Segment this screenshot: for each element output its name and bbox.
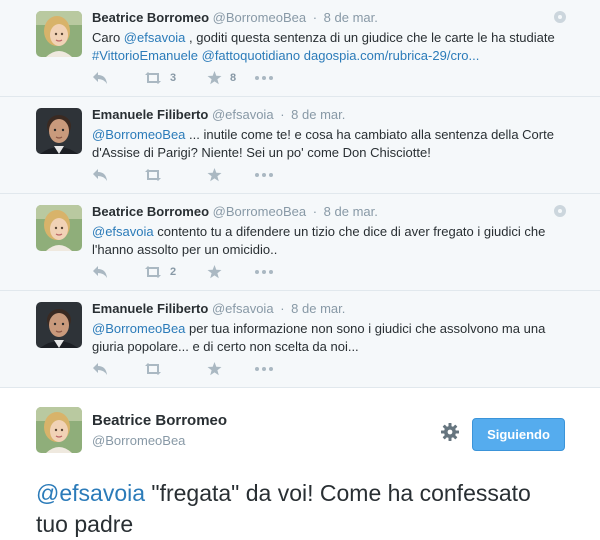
following-button[interactable]: Siguiendo [472,418,565,451]
separator: · [280,107,285,122]
more-button[interactable] [255,270,285,274]
avatar-beatrice[interactable] [36,11,82,57]
retweet-button[interactable] [144,168,207,182]
tweet-header: Beatrice Borromeo @BorromeoBea · 8 de ma… [92,10,378,25]
gear-icon [441,423,459,441]
retweet-icon [145,266,161,278]
separator: · [280,301,285,316]
retweet-button[interactable]: 3 [144,71,207,85]
retweet-button[interactable]: 2 [144,265,207,279]
retweet-icon [145,72,161,84]
fullname[interactable]: Beatrice Borromeo [92,204,209,219]
favorite-button[interactable] [207,362,255,376]
timestamp[interactable]: 8 de mar. [324,10,378,25]
timestamp[interactable]: 8 de mar. [291,107,345,122]
tweet-text: @efsavoia contento tu a difendere un tiz… [92,224,546,257]
username[interactable]: @efsavoia [212,107,274,122]
star-icon [207,168,222,182]
tweet-text: @BorromeoBea ... inutile come te! e cosa… [92,127,554,160]
tweet-actions: 2 [92,262,285,282]
tweet-text: @BorromeoBea per tua informazione non so… [92,321,546,354]
reply-button[interactable] [92,362,144,376]
mention-link[interactable]: @BorromeoBea [92,127,185,142]
avatar-emanuele[interactable] [36,302,82,348]
retweet-icon [145,169,161,181]
reply-icon [93,169,107,181]
tweet[interactable]: Beatrice Borromeo @BorromeoBea · 8 de ma… [0,0,600,97]
more-button[interactable] [255,76,285,80]
tweet-actions [92,359,285,379]
conversation-thread: Beatrice Borromeo @BorromeoBea · 8 de ma… [0,0,600,388]
username[interactable]: @BorromeoBea [92,433,185,448]
reply-icon [93,72,107,84]
tweet-actions: 3 8 [92,68,285,88]
separator: · [312,10,318,25]
fullname[interactable]: Emanuele Filiberto [92,301,208,316]
mention-link[interactable]: @efsavoia [92,224,154,239]
favorite-button[interactable] [207,168,255,182]
permalink-tweet-text: @efsavoia "fregata" da voi! Come ha conf… [36,480,531,537]
more-button[interactable] [255,173,285,177]
fullname[interactable]: Beatrice Borromeo [92,10,209,25]
retweet-icon [145,363,161,375]
reply-icon [93,266,107,278]
username[interactable]: @efsavoia [212,301,274,316]
mention-link[interactable]: @fattoquotidiano [202,48,301,63]
favorite-button[interactable] [207,265,255,279]
username[interactable]: @BorromeoBea [213,204,306,219]
more-options-icon[interactable] [554,11,566,23]
favorite-button[interactable]: 8 [207,71,255,85]
more-icon [255,76,273,80]
username[interactable]: @BorromeoBea [213,10,306,25]
retweet-count: 3 [170,72,177,84]
tweet-header: Emanuele Filiberto @efsavoia · 8 de mar. [92,107,345,122]
reply-button[interactable] [92,168,144,182]
timestamp[interactable]: 8 de mar. [291,301,345,316]
star-icon [207,71,222,85]
mention-link[interactable]: @efsavoia [36,480,145,506]
tweet[interactable]: Emanuele Filiberto @efsavoia · 8 de mar.… [0,291,600,388]
more-button[interactable] [255,367,285,371]
fullname[interactable]: Beatrice Borromeo [92,412,227,429]
avatar-beatrice[interactable] [36,205,82,251]
url-link[interactable]: dagospia.com/rubrica-29/cro... [304,48,480,63]
tweet-actions [92,165,285,185]
tweet[interactable]: Emanuele Filiberto @efsavoia · 8 de mar.… [0,97,600,194]
tweet-header: Emanuele Filiberto @efsavoia · 8 de mar. [92,301,345,316]
more-icon [255,367,273,371]
star-icon [207,362,222,376]
fullname[interactable]: Emanuele Filiberto [92,107,208,122]
separator: · [312,204,318,219]
mention-link[interactable]: @BorromeoBea [92,321,185,336]
star-icon [207,265,222,279]
retweet-count: 2 [170,266,177,278]
reply-icon [93,363,107,375]
favorite-count: 8 [230,72,237,84]
hashtag-link[interactable]: #VittorioEmanuele [92,48,198,63]
avatar-emanuele[interactable] [36,108,82,154]
tweet-header: Beatrice Borromeo @BorromeoBea · 8 de ma… [92,204,378,219]
reply-button[interactable] [92,265,144,279]
more-icon [255,173,273,177]
tweet-text: Caro @efsavoia , goditi questa sentenza … [92,30,555,63]
timestamp[interactable]: 8 de mar. [324,204,378,219]
retweet-button[interactable] [144,362,207,376]
reply-button[interactable] [92,71,144,85]
settings-button[interactable] [440,422,460,445]
more-icon [255,270,273,274]
tweet[interactable]: Beatrice Borromeo @BorromeoBea · 8 de ma… [0,194,600,291]
more-options-icon[interactable] [554,205,566,217]
mention-link[interactable]: @efsavoia [124,30,186,45]
avatar-beatrice[interactable] [36,407,82,453]
